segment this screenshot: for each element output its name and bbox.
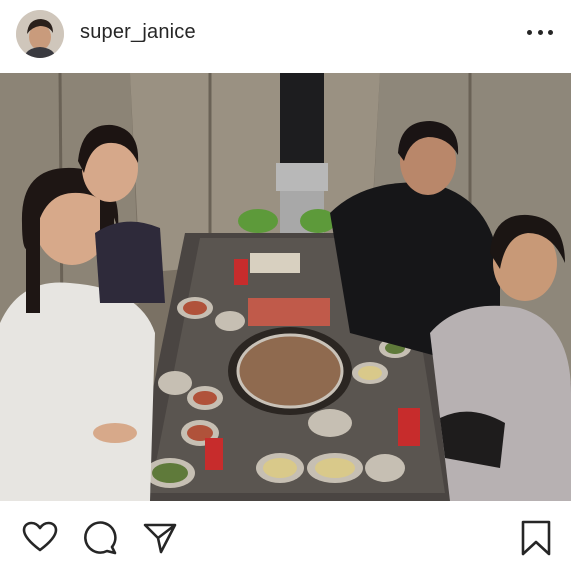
avatar[interactable] — [16, 10, 64, 58]
comment-bubble-icon[interactable] — [82, 521, 118, 560]
post-actions-bar — [0, 501, 571, 567]
post-photo[interactable] — [0, 73, 571, 501]
group-dinner-photo — [0, 73, 571, 501]
heart-icon[interactable] — [22, 521, 58, 558]
send-paper-plane-icon[interactable] — [142, 521, 178, 560]
bookmark-icon[interactable] — [520, 519, 552, 562]
username[interactable]: super_janice — [80, 21, 196, 44]
more-options-icon[interactable] — [527, 22, 553, 42]
post-header: super_janice — [0, 0, 571, 70]
avatar-image — [16, 10, 64, 58]
